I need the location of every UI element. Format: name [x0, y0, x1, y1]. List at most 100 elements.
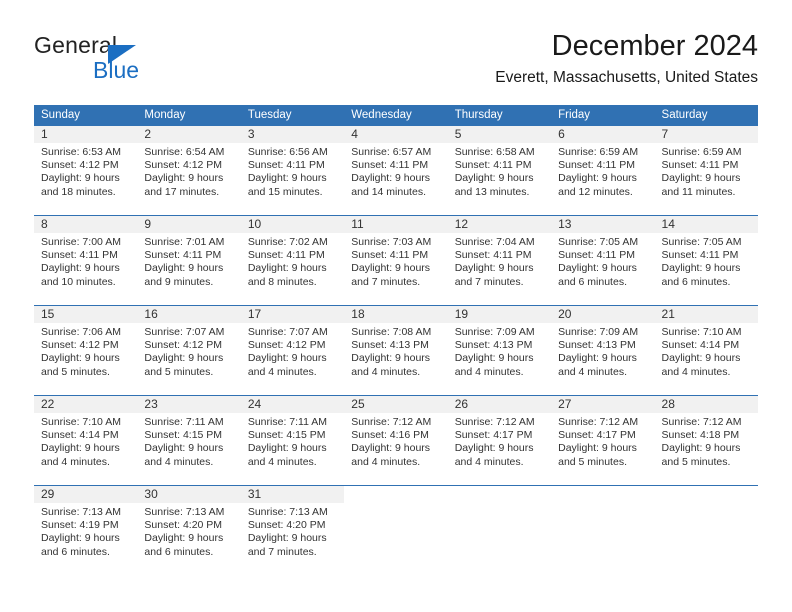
day-cell[interactable]: 19 Sunrise: 7:09 AM Sunset: 4:13 PM Dayl… — [447, 306, 552, 388]
day-cell[interactable]: 25 Sunrise: 7:12 AM Sunset: 4:16 PM Dayl… — [344, 396, 448, 478]
day-cell[interactable]: 8 Sunrise: 7:00 AM Sunset: 4:11 PM Dayli… — [34, 216, 138, 298]
daylight-text-line2: and 4 minutes. — [558, 365, 627, 378]
day-cell[interactable]: 27 Sunrise: 7:12 AM Sunset: 4:17 PM Dayl… — [551, 396, 655, 478]
day-cell[interactable]: 18 Sunrise: 7:08 AM Sunset: 4:13 PM Dayl… — [344, 306, 448, 388]
day-cell[interactable]: 13 Sunrise: 7:05 AM Sunset: 4:11 PM Dayl… — [551, 216, 655, 298]
weekday-header-row: Sunday Monday Tuesday Wednesday Thursday… — [34, 105, 758, 126]
day-info: Sunrise: 7:09 AM Sunset: 4:13 PM Dayligh… — [448, 323, 551, 379]
day-cell-empty — [654, 486, 758, 568]
day-number: 4 — [344, 126, 448, 143]
sunset-text: Sunset: 4:12 PM — [41, 339, 119, 352]
day-cell[interactable]: 3 Sunrise: 6:56 AM Sunset: 4:11 PM Dayli… — [240, 126, 345, 208]
sunset-text: Sunset: 4:11 PM — [661, 159, 739, 172]
daylight-text-line2: and 4 minutes. — [351, 365, 421, 378]
day-number: 31 — [240, 486, 345, 503]
day-number: 30 — [137, 486, 241, 503]
sunset-text: Sunset: 4:13 PM — [454, 339, 533, 352]
day-cell[interactable]: 20 Sunrise: 7:09 AM Sunset: 4:13 PM Dayl… — [551, 306, 655, 388]
day-number: 12 — [447, 216, 552, 233]
sunset-text: Sunset: 4:11 PM — [454, 159, 532, 172]
brand-name-blue: Blue — [93, 57, 140, 83]
sunrise-text: Sunrise: 7:10 AM — [661, 326, 742, 338]
daylight-text-line1: Daylight: 9 hours — [41, 172, 120, 185]
day-info: Sunrise: 7:10 AM Sunset: 4:14 PM Dayligh… — [34, 413, 137, 469]
sunrise-text: Sunrise: 7:09 AM — [558, 326, 639, 338]
sunset-text: Sunset: 4:12 PM — [41, 159, 119, 172]
sunrise-text: Sunrise: 7:03 AM — [351, 236, 432, 248]
day-info: Sunrise: 6:58 AM Sunset: 4:11 PM Dayligh… — [448, 143, 551, 199]
sunset-text: Sunset: 4:11 PM — [247, 249, 325, 262]
daylight-text-line2: and 15 minutes. — [247, 185, 323, 198]
sunset-text: Sunset: 4:11 PM — [558, 159, 635, 172]
day-cell[interactable]: 4 Sunrise: 6:57 AM Sunset: 4:11 PM Dayli… — [344, 126, 448, 208]
sunset-text: Sunset: 4:17 PM — [454, 429, 533, 442]
day-cell[interactable]: 24 Sunrise: 7:11 AM Sunset: 4:15 PM Dayl… — [240, 396, 345, 478]
day-cell[interactable]: 2 Sunrise: 6:54 AM Sunset: 4:12 PM Dayli… — [137, 126, 241, 208]
day-cell[interactable]: 22 Sunrise: 7:10 AM Sunset: 4:14 PM Dayl… — [34, 396, 138, 478]
day-info: Sunrise: 6:57 AM Sunset: 4:11 PM Dayligh… — [344, 143, 447, 199]
sunrise-text: Sunrise: 6:56 AM — [247, 146, 328, 158]
sunrise-text: Sunrise: 7:08 AM — [351, 326, 432, 338]
day-cell[interactable]: 9 Sunrise: 7:01 AM Sunset: 4:11 PM Dayli… — [137, 216, 241, 298]
day-number: 25 — [344, 396, 448, 413]
sunset-text: Sunset: 4:12 PM — [247, 339, 326, 352]
sunrise-text: Sunrise: 7:11 AM — [144, 416, 224, 428]
day-info: Sunrise: 7:11 AM Sunset: 4:15 PM Dayligh… — [137, 413, 240, 469]
day-cell[interactable]: 28 Sunrise: 7:12 AM Sunset: 4:18 PM Dayl… — [654, 396, 758, 478]
day-cell[interactable]: 10 Sunrise: 7:02 AM Sunset: 4:11 PM Dayl… — [240, 216, 345, 298]
sunrise-text: Sunrise: 7:01 AM — [144, 236, 225, 248]
day-cell[interactable]: 14 Sunrise: 7:05 AM Sunset: 4:11 PM Dayl… — [654, 216, 758, 298]
sunrise-text: Sunrise: 7:13 AM — [144, 506, 225, 518]
daylight-text-line1: Daylight: 9 hours — [454, 442, 534, 455]
day-cell[interactable]: 30 Sunrise: 7:13 AM Sunset: 4:20 PM Dayl… — [137, 486, 241, 568]
weekday-header-monday: Monday — [144, 109, 186, 121]
day-cell[interactable]: 29 Sunrise: 7:13 AM Sunset: 4:19 PM Dayl… — [34, 486, 138, 568]
brand-name-general: General — [34, 32, 118, 58]
day-cell[interactable]: 6 Sunrise: 6:59 AM Sunset: 4:11 PM Dayli… — [551, 126, 655, 208]
day-number: 10 — [240, 216, 345, 233]
day-number: 8 — [34, 216, 138, 233]
day-info: Sunrise: 7:02 AM Sunset: 4:11 PM Dayligh… — [241, 233, 344, 289]
week-row: 15 Sunrise: 7:06 AM Sunset: 4:12 PM Dayl… — [34, 305, 758, 388]
day-info: Sunrise: 6:56 AM Sunset: 4:11 PM Dayligh… — [241, 143, 344, 199]
weekday-header-sunday: Sunday — [41, 109, 81, 121]
day-number: 26 — [447, 396, 552, 413]
daylight-text-line2: and 4 minutes. — [247, 365, 317, 378]
day-info: Sunrise: 7:03 AM Sunset: 4:11 PM Dayligh… — [344, 233, 447, 289]
day-cell[interactable]: 16 Sunrise: 7:07 AM Sunset: 4:12 PM Dayl… — [137, 306, 241, 388]
daylight-text-line2: and 6 minutes. — [558, 275, 627, 288]
brand-logo[interactable]: General Blue — [34, 32, 254, 90]
sunrise-text: Sunrise: 7:13 AM — [41, 506, 121, 518]
daylight-text-line1: Daylight: 9 hours — [247, 172, 327, 185]
daylight-text-line2: and 10 minutes. — [41, 275, 116, 288]
day-cell[interactable]: 31 Sunrise: 7:13 AM Sunset: 4:20 PM Dayl… — [240, 486, 345, 568]
sunset-text: Sunset: 4:12 PM — [144, 159, 223, 172]
day-cell[interactable]: 7 Sunrise: 6:59 AM Sunset: 4:11 PM Dayli… — [654, 126, 758, 208]
page-subtitle: Everett, Massachusetts, United States — [495, 69, 758, 86]
day-cell[interactable]: 15 Sunrise: 7:06 AM Sunset: 4:12 PM Dayl… — [34, 306, 138, 388]
day-number: 28 — [654, 396, 758, 413]
day-cell[interactable]: 17 Sunrise: 7:07 AM Sunset: 4:12 PM Dayl… — [240, 306, 345, 388]
daylight-text-line2: and 5 minutes. — [41, 365, 110, 378]
day-number: 20 — [551, 306, 655, 323]
sunrise-text: Sunrise: 7:07 AM — [144, 326, 225, 338]
page-header: General Blue December 2024 Everett, Mass… — [34, 28, 758, 94]
day-info: Sunrise: 7:12 AM Sunset: 4:17 PM Dayligh… — [551, 413, 654, 469]
sunrise-text: Sunrise: 6:59 AM — [661, 146, 742, 158]
daylight-text-line1: Daylight: 9 hours — [144, 352, 224, 365]
day-cell[interactable]: 5 Sunrise: 6:58 AM Sunset: 4:11 PM Dayli… — [447, 126, 552, 208]
day-cell[interactable]: 1 Sunrise: 6:53 AM Sunset: 4:12 PM Dayli… — [34, 126, 138, 208]
daylight-text-line1: Daylight: 9 hours — [661, 262, 741, 275]
day-cell[interactable]: 12 Sunrise: 7:04 AM Sunset: 4:11 PM Dayl… — [447, 216, 552, 298]
day-info: Sunrise: 7:12 AM Sunset: 4:17 PM Dayligh… — [448, 413, 551, 469]
sunrise-text: Sunrise: 7:12 AM — [454, 416, 535, 428]
day-number: 3 — [240, 126, 345, 143]
daylight-text-line2: and 12 minutes. — [558, 185, 633, 198]
week-row: 22 Sunrise: 7:10 AM Sunset: 4:14 PM Dayl… — [34, 395, 758, 478]
sunrise-text: Sunrise: 7:12 AM — [661, 416, 742, 428]
day-cell[interactable]: 26 Sunrise: 7:12 AM Sunset: 4:17 PM Dayl… — [447, 396, 552, 478]
daylight-text-line2: and 7 minutes. — [454, 275, 524, 288]
day-cell[interactable]: 23 Sunrise: 7:11 AM Sunset: 4:15 PM Dayl… — [137, 396, 241, 478]
day-cell[interactable]: 21 Sunrise: 7:10 AM Sunset: 4:14 PM Dayl… — [654, 306, 758, 388]
day-cell[interactable]: 11 Sunrise: 7:03 AM Sunset: 4:11 PM Dayl… — [344, 216, 448, 298]
